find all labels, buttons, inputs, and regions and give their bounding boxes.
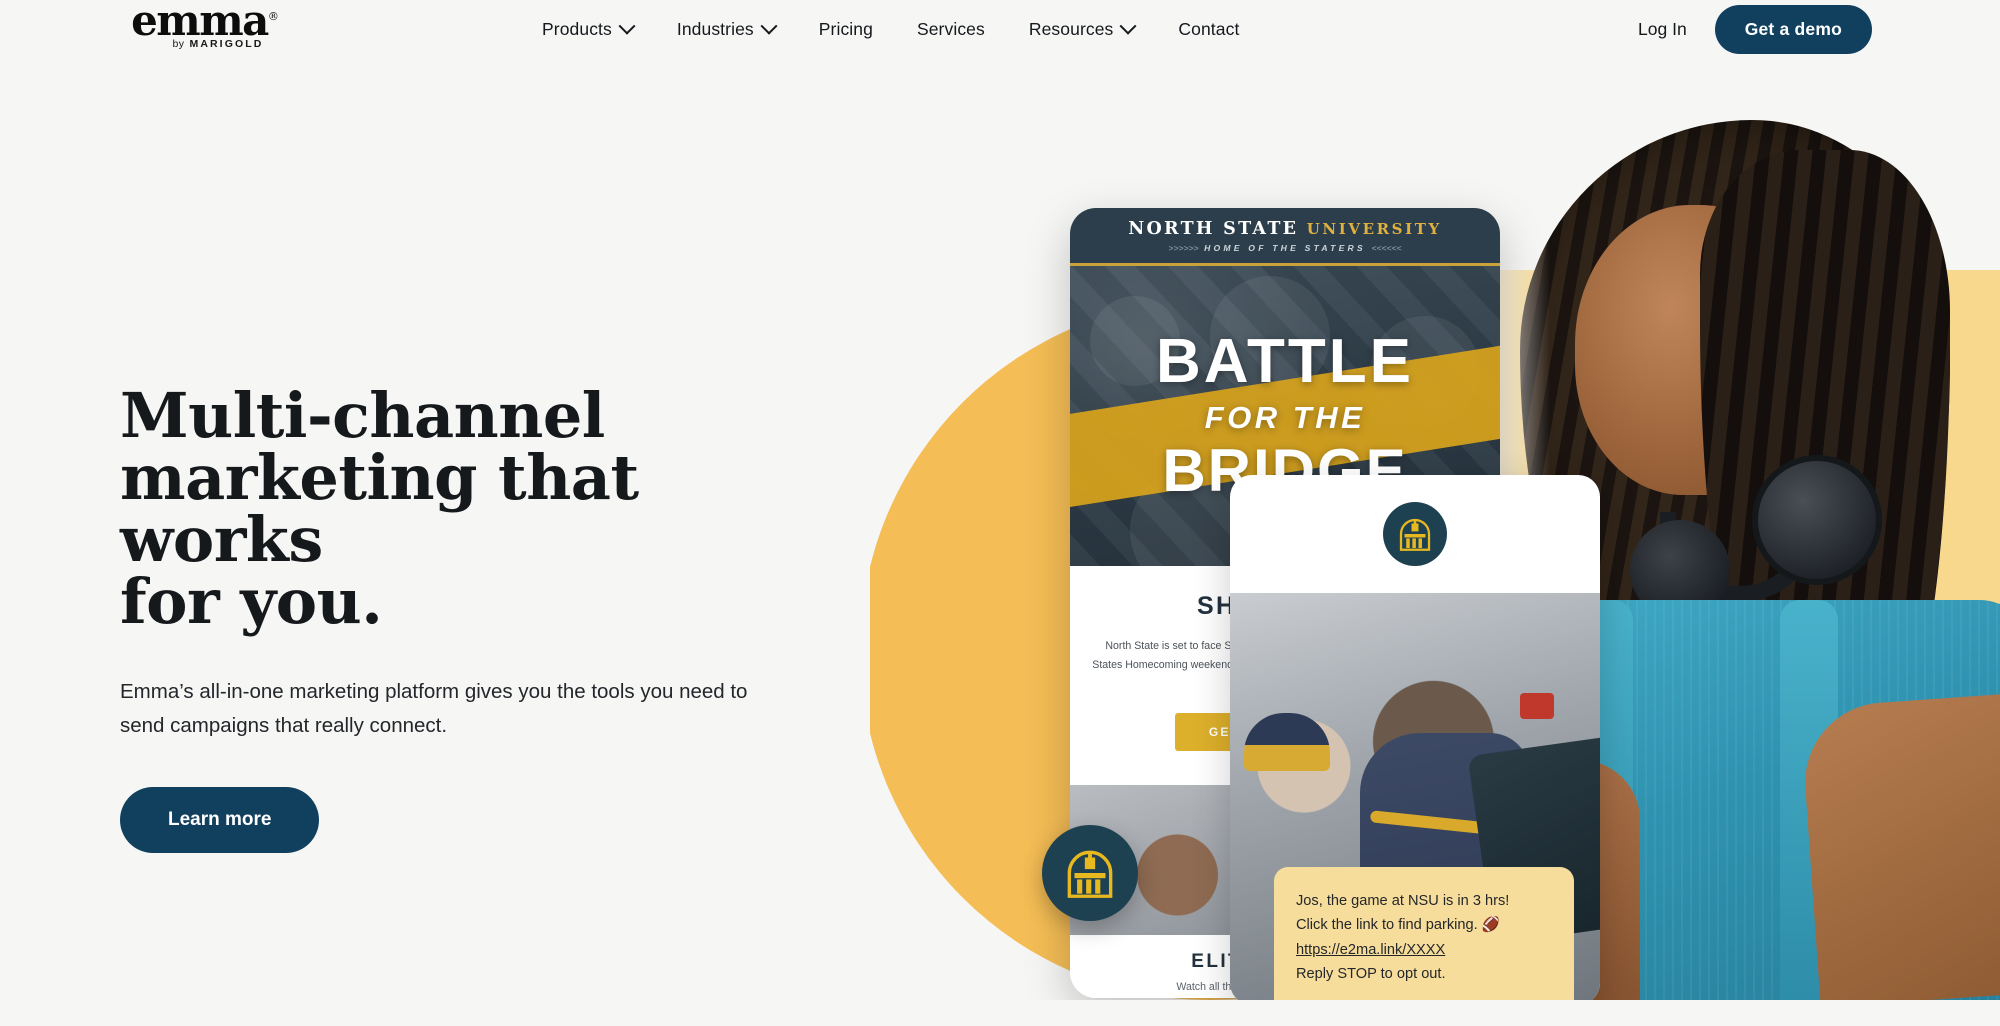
email-masthead: NORTH STATE UNIVERSITY >>>>>> HOME OF TH…	[1070, 208, 1500, 266]
nav-label-products: Products	[542, 18, 612, 39]
nav-item-resources[interactable]: Resources	[1007, 17, 1157, 40]
hero-text-battle: BATTLE	[1156, 327, 1414, 397]
nav-item-products[interactable]: Products	[520, 17, 655, 40]
red-phone-shape	[1520, 693, 1554, 719]
university-building-icon	[1383, 502, 1447, 566]
page-title: Multi-channel marketing that works for y…	[120, 385, 780, 633]
sms-crowd-photo: Jos, the game at NSU is in 3 hrs! Click …	[1230, 593, 1600, 1000]
learn-more-button[interactable]: Learn more	[120, 786, 320, 853]
sms-message-bubble: Jos, the game at NSU is in 3 hrs! Click …	[1274, 866, 1574, 1000]
sms-campaign-mockup[interactable]: Jos, the game at NSU is in 3 hrs! Click …	[1230, 475, 1600, 1000]
site-header: emma® by MARIGOLD Products Industries Pr…	[0, 0, 2000, 58]
registered-trademark-icon: ®	[267, 10, 279, 24]
sms-badge-row	[1230, 475, 1600, 593]
nav-item-pricing[interactable]: Pricing	[797, 19, 895, 40]
sms-line-4: Reply STOP to opt out.	[1296, 966, 1446, 983]
sms-line-1: Jos, the game at NSU is in 3 hrs!	[1296, 892, 1510, 909]
hero-page: emma® by MARIGOLD Products Industries Pr…	[0, 0, 2000, 1026]
logo-wordmark: emma®	[131, 0, 279, 42]
sms-line-2: Click the link to find parking. 🏈	[1296, 917, 1500, 934]
primary-navigation: Products Industries Pricing Services Res…	[520, 0, 1261, 58]
chevron-down-icon	[760, 17, 778, 35]
get-a-demo-button[interactable]: Get a demo	[1714, 4, 1872, 54]
masthead-gold-text: UNIVERSITY	[1306, 219, 1442, 238]
arrows-right-icon: >>>>>>	[1168, 242, 1199, 253]
beanie-hat-shape	[1244, 713, 1330, 771]
logo-wordmark-text: emma	[131, 0, 269, 46]
emma-logo[interactable]: emma® by MARIGOLD	[120, 0, 290, 50]
nav-item-industries[interactable]: Industries	[655, 17, 797, 40]
sms-parking-link[interactable]: https://e2ma.link/XXXX	[1296, 942, 1445, 958]
hero-title-line-2: marketing that works	[120, 441, 639, 576]
hero-title-line-1: Multi-channel	[120, 379, 605, 452]
headphone-earcup-right	[1752, 455, 1882, 585]
chevron-down-icon	[618, 17, 636, 35]
right-arm-shape	[1799, 692, 2000, 1000]
hero-subtitle: Emma’s all-in-one marketing platform giv…	[120, 680, 748, 737]
nav-item-services[interactable]: Services	[895, 19, 1007, 40]
header-actions: Log In Get a demo	[1620, 0, 1872, 58]
hero-title-line-3: for you.	[120, 565, 383, 638]
arrows-left-icon: <<<<<<	[1371, 242, 1402, 253]
email-masthead-tagline: >>>>>> HOME OF THE STATERS <<<<<<	[1168, 243, 1401, 253]
university-building-icon	[1042, 825, 1138, 921]
nav-label-services: Services	[916, 18, 985, 39]
masthead-tagline-text: HOME OF THE STATERS	[1204, 242, 1366, 253]
nav-label-resources: Resources	[1028, 18, 1114, 39]
nav-label-industries: Industries	[676, 18, 754, 39]
nav-label-pricing: Pricing	[818, 18, 873, 39]
email-masthead-title: NORTH STATE UNIVERSITY	[1128, 219, 1442, 239]
hero-text-for-the: FOR THE	[1204, 399, 1366, 435]
masthead-main-text: NORTH STATE	[1128, 218, 1307, 239]
login-link[interactable]: Log In	[1620, 19, 1705, 40]
nav-label-contact: Contact	[1178, 18, 1240, 39]
chevron-down-icon	[1119, 17, 1137, 35]
nav-item-contact[interactable]: Contact	[1156, 19, 1261, 40]
hero-copy-block: Multi-channel marketing that works for y…	[120, 385, 780, 853]
hero-visual: NORTH STATE UNIVERSITY >>>>>> HOME OF TH…	[870, 0, 2000, 1000]
page-bottom-strip	[0, 1000, 2000, 1026]
